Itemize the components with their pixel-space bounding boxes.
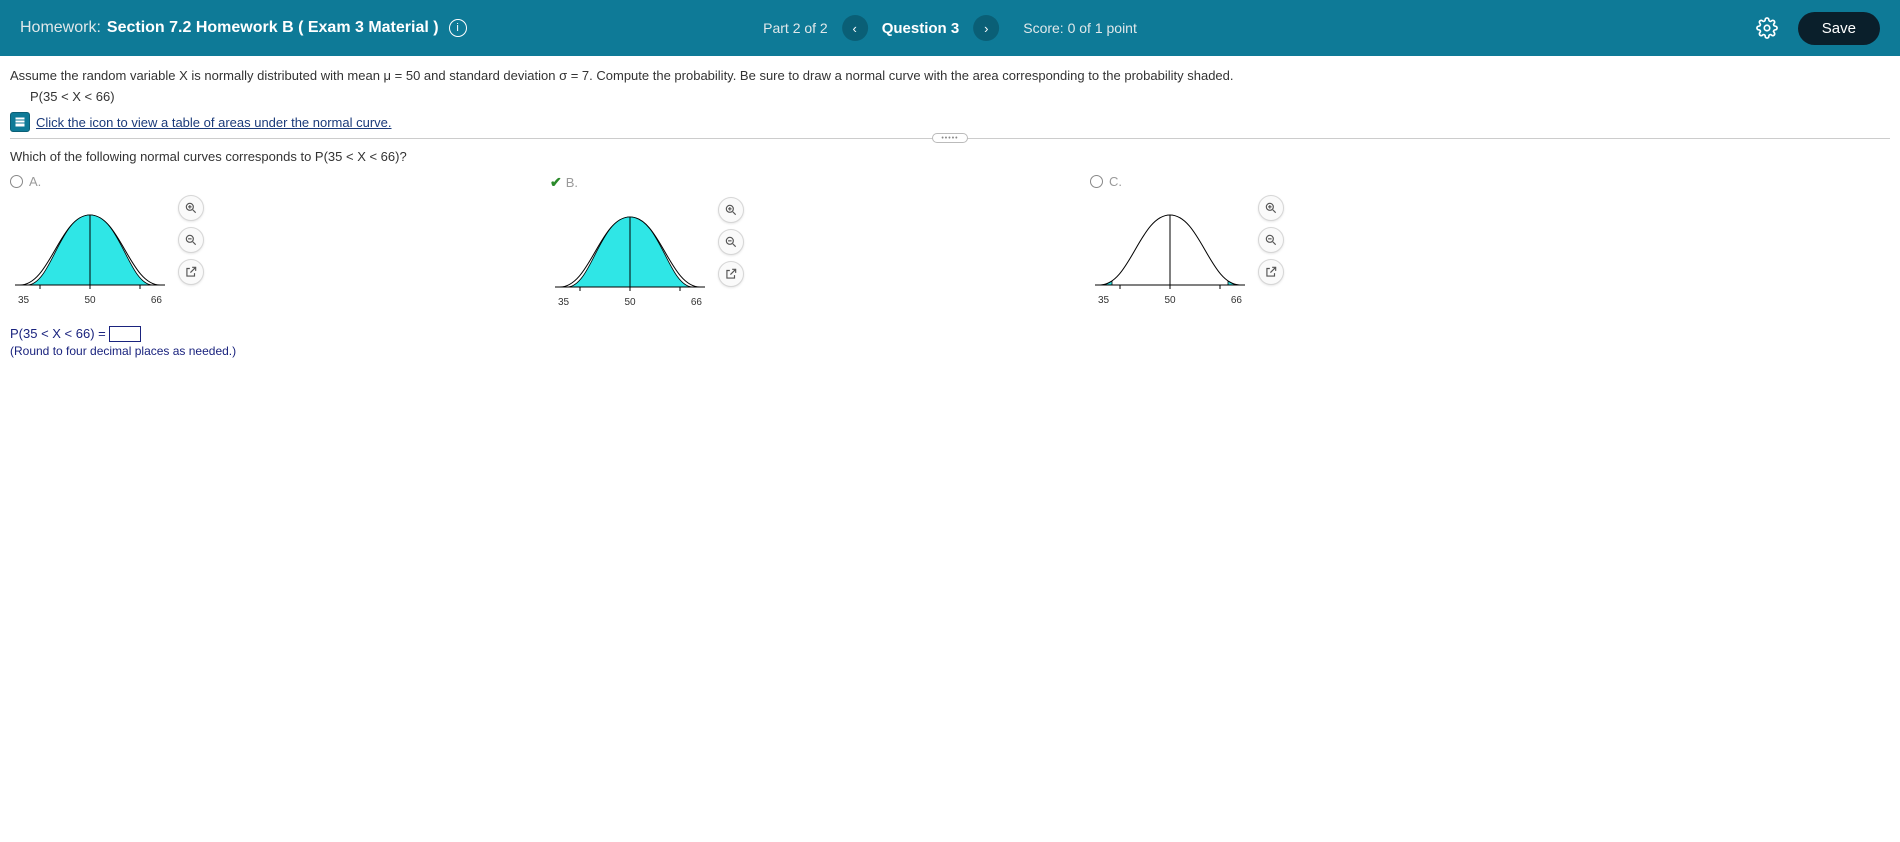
score-indicator: Score: 0 of 1 point (1023, 20, 1137, 36)
option-a-graph: 35 50 66 (10, 195, 170, 306)
tick-label: 35 (18, 295, 29, 306)
tick-label: 35 (558, 297, 569, 308)
header-right: Save (1756, 12, 1880, 45)
info-icon[interactable]: i (449, 19, 467, 37)
tick-label: 50 (624, 297, 635, 308)
tick-label: 35 (1098, 295, 1109, 306)
radio-option-a[interactable] (10, 175, 23, 188)
part-indicator: Part 2 of 2 (763, 20, 828, 36)
option-c-graph: 35 50 66 (1090, 195, 1250, 306)
zoom-out-icon[interactable] (178, 227, 204, 253)
zoom-out-icon[interactable] (1258, 227, 1284, 253)
tick-label: 66 (151, 295, 162, 306)
radio-option-c[interactable] (1090, 175, 1103, 188)
option-a: A. 35 50 66 (10, 174, 530, 308)
answer-row: P(35 < X < 66) = (10, 326, 1890, 342)
app-header: Homework: Section 7.2 Homework B ( Exam … (0, 0, 1900, 56)
save-button[interactable]: Save (1798, 12, 1880, 45)
table-link[interactable]: Click the icon to view a table of areas … (36, 115, 392, 130)
next-question-button[interactable]: › (973, 15, 999, 41)
tick-label: 66 (691, 297, 702, 308)
settings-icon[interactable] (1756, 17, 1778, 39)
tick-label: 50 (84, 295, 95, 306)
option-c-label: C. (1109, 174, 1122, 189)
zoom-in-icon[interactable] (718, 197, 744, 223)
answer-hint: (Round to four decimal places as needed.… (10, 344, 1890, 358)
option-b-label: B. (566, 175, 578, 190)
probability-input[interactable] (109, 326, 141, 342)
options-row: A. 35 50 66 (10, 174, 1890, 308)
correct-check-icon: ✔ (550, 174, 562, 191)
problem-statement: Assume the random variable X is normally… (10, 68, 1890, 83)
popout-icon[interactable] (718, 261, 744, 287)
answer-prefix: P(35 < X < 66) = (10, 326, 106, 341)
tick-label: 66 (1231, 295, 1242, 306)
header-center: Part 2 of 2 ‹ Question 3 › Score: 0 of 1… (763, 15, 1137, 41)
option-a-label: A. (29, 174, 41, 189)
homework-label: Homework: (20, 19, 101, 37)
popout-icon[interactable] (178, 259, 204, 285)
popout-icon[interactable] (1258, 259, 1284, 285)
table-icon[interactable] (10, 112, 30, 132)
problem-expression: P(35 < X < 66) (30, 89, 1890, 104)
zoom-in-icon[interactable] (1258, 195, 1284, 221)
homework-title: Section 7.2 Homework B ( Exam 3 Material… (107, 19, 439, 37)
table-link-row: Click the icon to view a table of areas … (10, 112, 1890, 132)
zoom-out-icon[interactable] (718, 229, 744, 255)
option-b: ✔ B. 35 50 66 (550, 174, 1070, 308)
question-prompt: Which of the following normal curves cor… (10, 149, 1890, 164)
zoom-in-icon[interactable] (178, 195, 204, 221)
divider-handle[interactable]: ••••• (932, 133, 968, 143)
option-b-graph: 35 50 66 (550, 197, 710, 308)
tick-label: 50 (1164, 295, 1175, 306)
question-indicator: Question 3 (882, 20, 960, 37)
prev-question-button[interactable]: ‹ (842, 15, 868, 41)
content-area: Assume the random variable X is normally… (0, 56, 1900, 370)
option-c: C. 35 50 66 (1090, 174, 1610, 308)
